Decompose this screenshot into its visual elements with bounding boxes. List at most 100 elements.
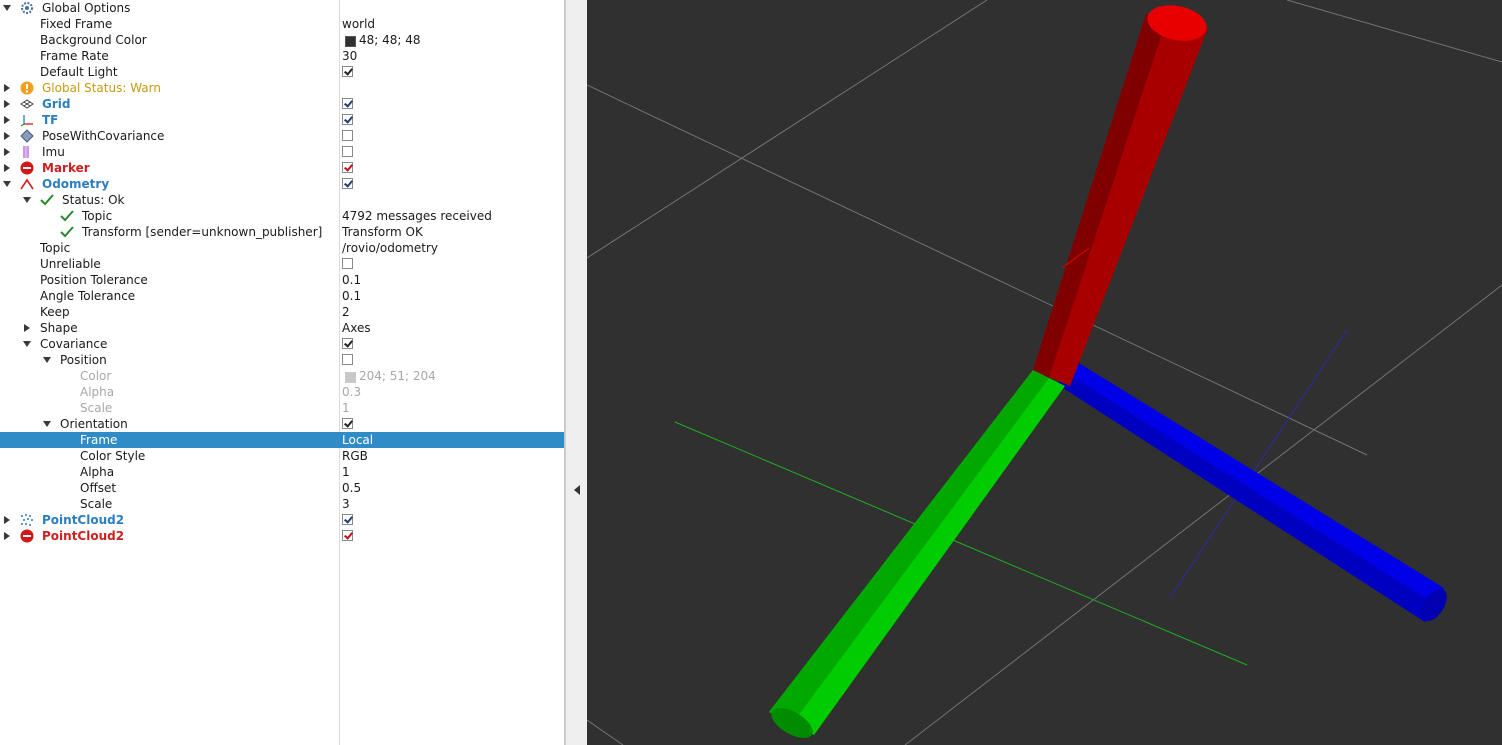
angle-tolerance-value[interactable]: 0.1 (342, 288, 361, 304)
tree-row-pose-with-covariance[interactable]: PoseWithCovariance (0, 128, 564, 144)
x-axis-cylinder (1033, 5, 1208, 386)
z-axis-cylinder (1057, 360, 1447, 622)
3d-viewport[interactable] (587, 0, 1502, 745)
unreliable-label: Unreliable (40, 257, 101, 271)
global-status-label: Global Status: Warn (42, 81, 161, 95)
expand-arrow-icon[interactable] (24, 324, 30, 332)
tree-row-pointcloud2-b[interactable]: PointCloud2 (0, 528, 564, 544)
position-alpha-value: 0.3 (342, 385, 362, 399)
background-color-value[interactable]: 48; 48; 48 (359, 32, 421, 48)
collapse-arrow-icon[interactable] (3, 181, 11, 187)
grid-checkbox[interactable] (342, 98, 353, 109)
y-axis-cylinder (769, 370, 1065, 738)
tree-row-offset[interactable]: Offset 0.5 (0, 480, 564, 496)
expand-arrow-icon[interactable] (4, 516, 10, 524)
position-tolerance-value[interactable]: 0.1 (342, 272, 361, 288)
tree-row-frame-rate[interactable]: Frame Rate 30 (0, 48, 564, 64)
expand-arrow-icon[interactable] (4, 532, 10, 540)
tree-row-position-alpha[interactable]: Alpha 0.3 (0, 384, 564, 400)
tree-row-pointcloud2-a[interactable]: PointCloud2 (0, 512, 564, 528)
status-transform-label: Transform [sender=unknown_publisher] (82, 225, 323, 239)
frame-value[interactable]: Local (342, 432, 373, 448)
frame-rate-value[interactable]: 30 (342, 48, 357, 64)
position-color-swatch (345, 372, 356, 383)
collapse-left-icon[interactable] (574, 485, 580, 495)
tree-row-color-style[interactable]: Color Style RGB (0, 448, 564, 464)
default-light-checkbox[interactable] (342, 66, 353, 77)
color-style-value[interactable]: RGB (342, 448, 368, 464)
pointcloud2-b-label: PointCloud2 (42, 529, 125, 543)
expand-arrow-icon[interactable] (4, 84, 10, 92)
tree-row-position-scale[interactable]: Scale 1 (0, 400, 564, 416)
shape-value[interactable]: Axes (342, 320, 371, 336)
orientation-alpha-value[interactable]: 1 (342, 464, 350, 480)
tree-row-grid[interactable]: Grid (0, 96, 564, 112)
tree-row-keep[interactable]: Keep 2 (0, 304, 564, 320)
tree-row-covariance[interactable]: Covariance (0, 336, 564, 352)
expand-arrow-icon[interactable] (3, 5, 11, 11)
tree-row-marker[interactable]: Marker (0, 160, 564, 176)
collapse-arrow-icon[interactable] (23, 341, 31, 347)
expand-arrow-icon[interactable] (4, 132, 10, 140)
offset-value[interactable]: 0.5 (342, 480, 361, 496)
expand-arrow-icon[interactable] (4, 164, 10, 172)
tree-row-topic[interactable]: Topic /rovio/odometry (0, 240, 564, 256)
tf-checkbox[interactable] (342, 114, 353, 125)
position-scale-label: Scale (80, 401, 113, 415)
expand-arrow-icon[interactable] (4, 100, 10, 108)
error-icon (20, 529, 34, 543)
tree-row-frame[interactable]: Frame Local (0, 432, 564, 448)
imu-icon (23, 146, 29, 158)
tree-row-global-status[interactable]: Global Status: Warn (0, 80, 564, 96)
covariance-checkbox[interactable] (342, 338, 353, 349)
frame-rate-label: Frame Rate (40, 49, 109, 63)
background-color-swatch[interactable] (345, 36, 356, 47)
tree-row-default-light[interactable]: Default Light (0, 64, 564, 80)
fixed-frame-value[interactable]: world (342, 16, 375, 32)
tree-row-position-tolerance[interactable]: Position Tolerance 0.1 (0, 272, 564, 288)
tree-row-global-options[interactable]: Global Options (0, 0, 564, 16)
tree-row-orientation-alpha[interactable]: Alpha 1 (0, 464, 564, 480)
shape-label: Shape (40, 321, 78, 335)
tree-row-orientation[interactable]: Orientation (0, 416, 564, 432)
collapse-arrow-icon[interactable] (43, 357, 51, 363)
orientation-scale-value[interactable]: 3 (342, 496, 350, 512)
tree-row-orientation-scale[interactable]: Scale 3 (0, 496, 564, 512)
tree-row-status-topic[interactable]: Topic 4792 messages received (0, 208, 564, 224)
tree-row-background-color[interactable]: Background Color 48; 48; 48 (0, 32, 564, 48)
panel-splitter[interactable] (565, 0, 588, 745)
position-checkbox[interactable] (342, 354, 353, 365)
frame-label: Frame (80, 433, 118, 447)
odometry-checkbox[interactable] (342, 178, 353, 189)
tree-row-tf[interactable]: TF (0, 112, 564, 128)
tree-row-fixed-frame[interactable]: Fixed Frame world (0, 16, 564, 32)
collapse-arrow-icon[interactable] (23, 197, 31, 203)
keep-value[interactable]: 2 (342, 304, 350, 320)
tree-row-unreliable[interactable]: Unreliable (0, 256, 564, 272)
tree-row-imu[interactable]: Imu (0, 144, 564, 160)
3d-scene[interactable] (587, 0, 1502, 745)
orientation-checkbox[interactable] (342, 418, 353, 429)
pointcloud2-a-checkbox[interactable] (342, 514, 353, 525)
fixed-frame-label: Fixed Frame (40, 17, 113, 31)
expand-arrow-icon[interactable] (4, 148, 10, 156)
tree-row-position[interactable]: Position (0, 352, 564, 368)
tree-row-angle-tolerance[interactable]: Angle Tolerance 0.1 (0, 288, 564, 304)
tree-row-status[interactable]: Status: Ok (0, 192, 564, 208)
marker-label: Marker (42, 161, 90, 175)
imu-checkbox[interactable] (342, 146, 353, 157)
tree-row-position-color[interactable]: Color 204; 51; 204 (0, 368, 564, 384)
tree-row-odometry[interactable]: Odometry (0, 176, 564, 192)
tree-row-shape[interactable]: Shape Axes (0, 320, 564, 336)
pose-with-covariance-checkbox[interactable] (342, 130, 353, 141)
pose-with-covariance-label: PoseWithCovariance (42, 129, 165, 143)
expand-arrow-icon[interactable] (4, 116, 10, 124)
checkmark-icon (60, 226, 74, 238)
grid-icon (20, 99, 34, 109)
collapse-arrow-icon[interactable] (43, 421, 51, 427)
unreliable-checkbox[interactable] (342, 258, 353, 269)
marker-checkbox[interactable] (342, 162, 353, 173)
pointcloud2-b-checkbox[interactable] (342, 530, 353, 541)
topic-value[interactable]: /rovio/odometry (342, 240, 438, 256)
tree-row-status-transform[interactable]: Transform [sender=unknown_publisher] Tra… (0, 224, 564, 240)
